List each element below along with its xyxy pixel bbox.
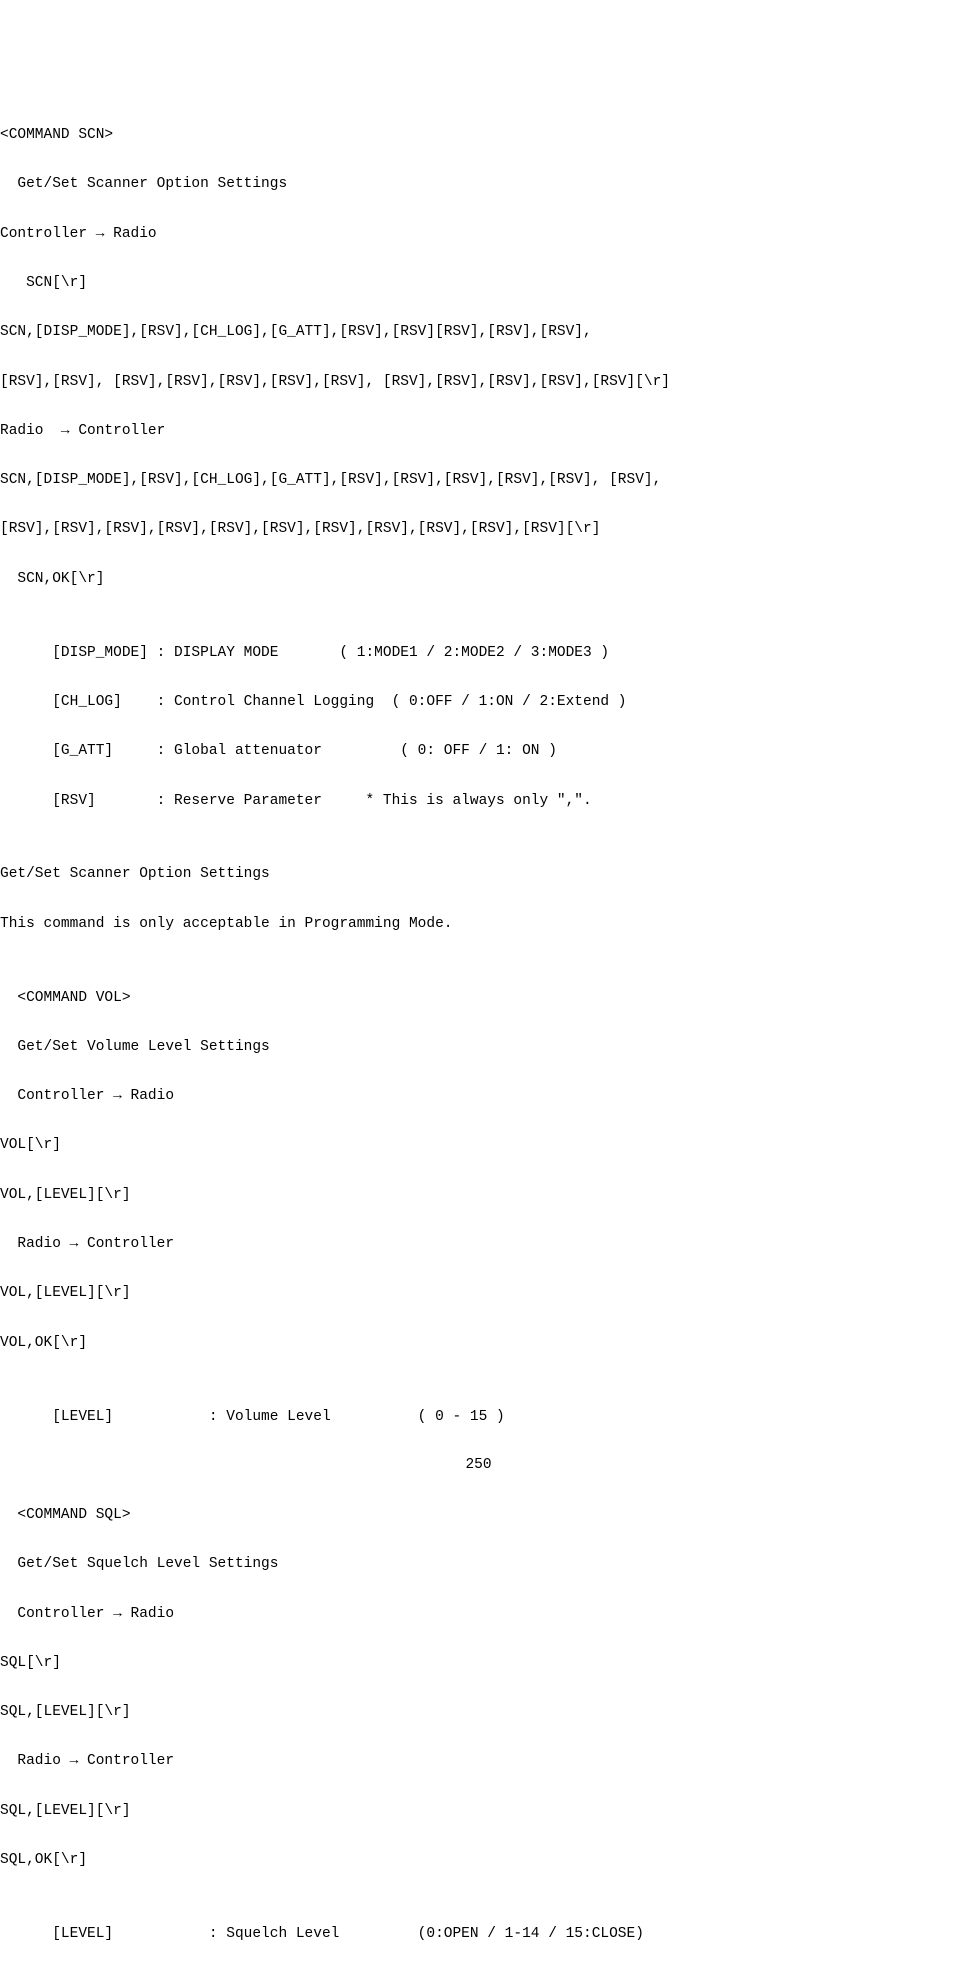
scn-controller-body-line2: [RSV],[RSV], [RSV],[RSV],[RSV],[RSV],[RS… (0, 370, 957, 395)
sql-request-line1: SQL[\r] (0, 1651, 957, 1676)
sql-param-level: [LEVEL] : Squelch Level (0:OPEN / 1-14 /… (0, 1922, 957, 1947)
scn-param-rsv: [RSV] : Reserve Parameter * This is alwa… (0, 789, 957, 814)
scn-controller-to-radio-label: Controller → Radio (0, 222, 957, 247)
sql-controller-to-radio-label: Controller → Radio (0, 1602, 957, 1627)
document-page: <COMMAND SCN> Get/Set Scanner Option Set… (0, 99, 957, 1518)
scn-param-ch-log: [CH_LOG] : Control Channel Logging ( 0:O… (0, 690, 957, 715)
sql-radio-to-controller-label: Radio → Controller (0, 1749, 957, 1774)
scn-param-disp-mode: [DISP_MODE] : DISPLAY MODE ( 1:MODE1 / 2… (0, 641, 957, 666)
page-number: 250 (0, 1453, 957, 1478)
page-content: <COMMAND SCN> Get/Set Scanner Option Set… (0, 99, 957, 1971)
vol-response-line1: VOL,[LEVEL][\r] (0, 1281, 957, 1306)
vol-title: Get/Set Volume Level Settings (0, 1035, 957, 1060)
scn-ok-response: SCN,OK[\r] (0, 567, 957, 592)
scn-command-header: <COMMAND SCN> (0, 123, 957, 148)
scn-note-line2: This command is only acceptable in Progr… (0, 912, 957, 937)
scn-param-g-att: [G_ATT] : Global attenuator ( 0: OFF / 1… (0, 739, 957, 764)
sql-title: Get/Set Squelch Level Settings (0, 1552, 957, 1577)
vol-command-header: <COMMAND VOL> (0, 986, 957, 1011)
sql-response-line2: SQL,OK[\r] (0, 1848, 957, 1873)
scn-controller-body-line1: SCN,[DISP_MODE],[RSV],[CH_LOG],[G_ATT],[… (0, 320, 957, 345)
vol-controller-to-radio-label: Controller → Radio (0, 1084, 957, 1109)
scn-radio-body-line1: SCN,[DISP_MODE],[RSV],[CH_LOG],[G_ATT],[… (0, 468, 957, 493)
vol-request-line1: VOL[\r] (0, 1133, 957, 1158)
sql-command-header: <COMMAND SQL> (0, 1503, 957, 1528)
scn-title: Get/Set Scanner Option Settings (0, 172, 957, 197)
scn-note-line1: Get/Set Scanner Option Settings (0, 862, 957, 887)
scn-radio-body-line2: [RSV],[RSV],[RSV],[RSV],[RSV],[RSV],[RSV… (0, 517, 957, 542)
vol-request-line2: VOL,[LEVEL][\r] (0, 1183, 957, 1208)
scn-controller-request: SCN[\r] (0, 271, 957, 296)
vol-radio-to-controller-label: Radio → Controller (0, 1232, 957, 1257)
sql-request-line2: SQL,[LEVEL][\r] (0, 1700, 957, 1725)
sql-response-line1: SQL,[LEVEL][\r] (0, 1799, 957, 1824)
vol-response-line2: VOL,OK[\r] (0, 1331, 957, 1356)
vol-param-level: [LEVEL] : Volume Level ( 0 - 15 ) (0, 1405, 957, 1430)
scn-radio-to-controller-label: Radio → Controller (0, 419, 957, 444)
